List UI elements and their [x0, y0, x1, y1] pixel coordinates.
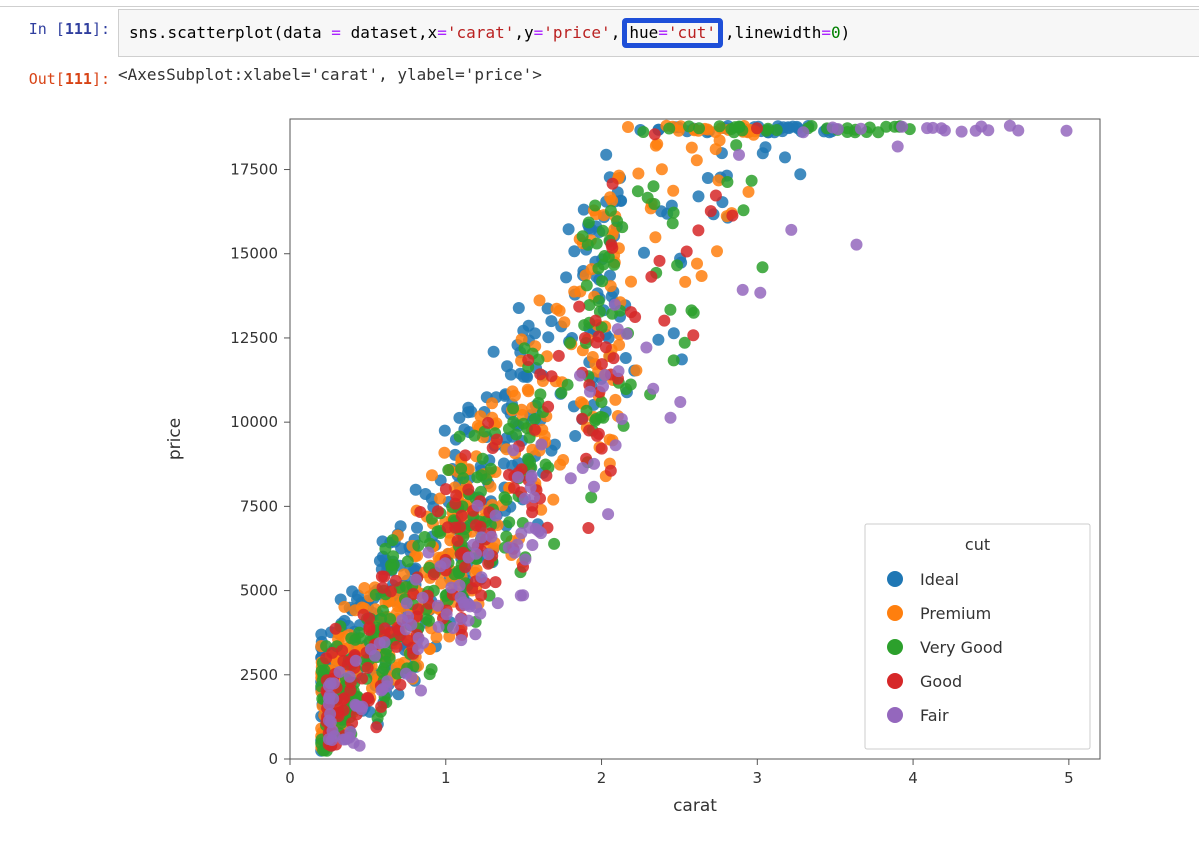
legend-label: Good	[920, 672, 962, 691]
in-prompt: In [111]:	[0, 7, 118, 41]
legend-marker	[887, 707, 903, 723]
ytick-label: 0	[268, 750, 278, 768]
ylabel: price	[165, 418, 185, 460]
ytick-label: 7500	[240, 497, 278, 515]
xtick-label: 4	[908, 769, 918, 787]
ytick-label: 2500	[240, 666, 278, 684]
chart-svg: 0 2500 5000 7500 10000 12500 15000 17500 0 1 2 3 4 5 c…	[130, 109, 1130, 829]
notebook: In [111]: sns.scatterplot(data = dataset…	[0, 6, 1199, 829]
ytick-label: 17500	[230, 161, 278, 179]
legend-marker	[887, 673, 903, 689]
legend-label: Very Good	[920, 638, 1003, 657]
legend-marker	[887, 639, 903, 655]
xtick-label: 2	[597, 769, 607, 787]
highlight-hue-param: hue='cut'	[622, 18, 723, 48]
out-prompt: Out[111]:	[0, 57, 118, 91]
code-input[interactable]: sns.scatterplot(data = dataset,x='carat'…	[118, 9, 1199, 57]
xlabel: carat	[673, 796, 717, 816]
legend-title: cut	[965, 535, 990, 554]
xtick-label: 0	[285, 769, 295, 787]
legend-label: Ideal	[920, 570, 959, 589]
xtick-label: 3	[753, 769, 763, 787]
ytick-label: 12500	[230, 329, 278, 347]
output-cell: Out[111]: <AxesSubplot:xlabel='carat', y…	[0, 57, 1199, 91]
xtick-label: 5	[1064, 769, 1074, 787]
ytick-label: 5000	[240, 582, 278, 600]
ytick-label: 10000	[230, 413, 278, 431]
legend-marker	[887, 605, 903, 621]
scatter-chart: 0 2500 5000 7500 10000 12500 15000 17500 0 1 2 3 4 5 c…	[130, 109, 1199, 829]
xtick-label: 1	[441, 769, 451, 787]
legend-marker	[887, 571, 903, 587]
ytick-label: 15000	[230, 245, 278, 263]
legend-label: Fair	[920, 706, 949, 725]
output-text: <AxesSubplot:xlabel='carat', ylabel='pri…	[118, 57, 1199, 84]
legend-label: Premium	[920, 604, 991, 623]
input-cell: In [111]: sns.scatterplot(data = dataset…	[0, 7, 1199, 57]
